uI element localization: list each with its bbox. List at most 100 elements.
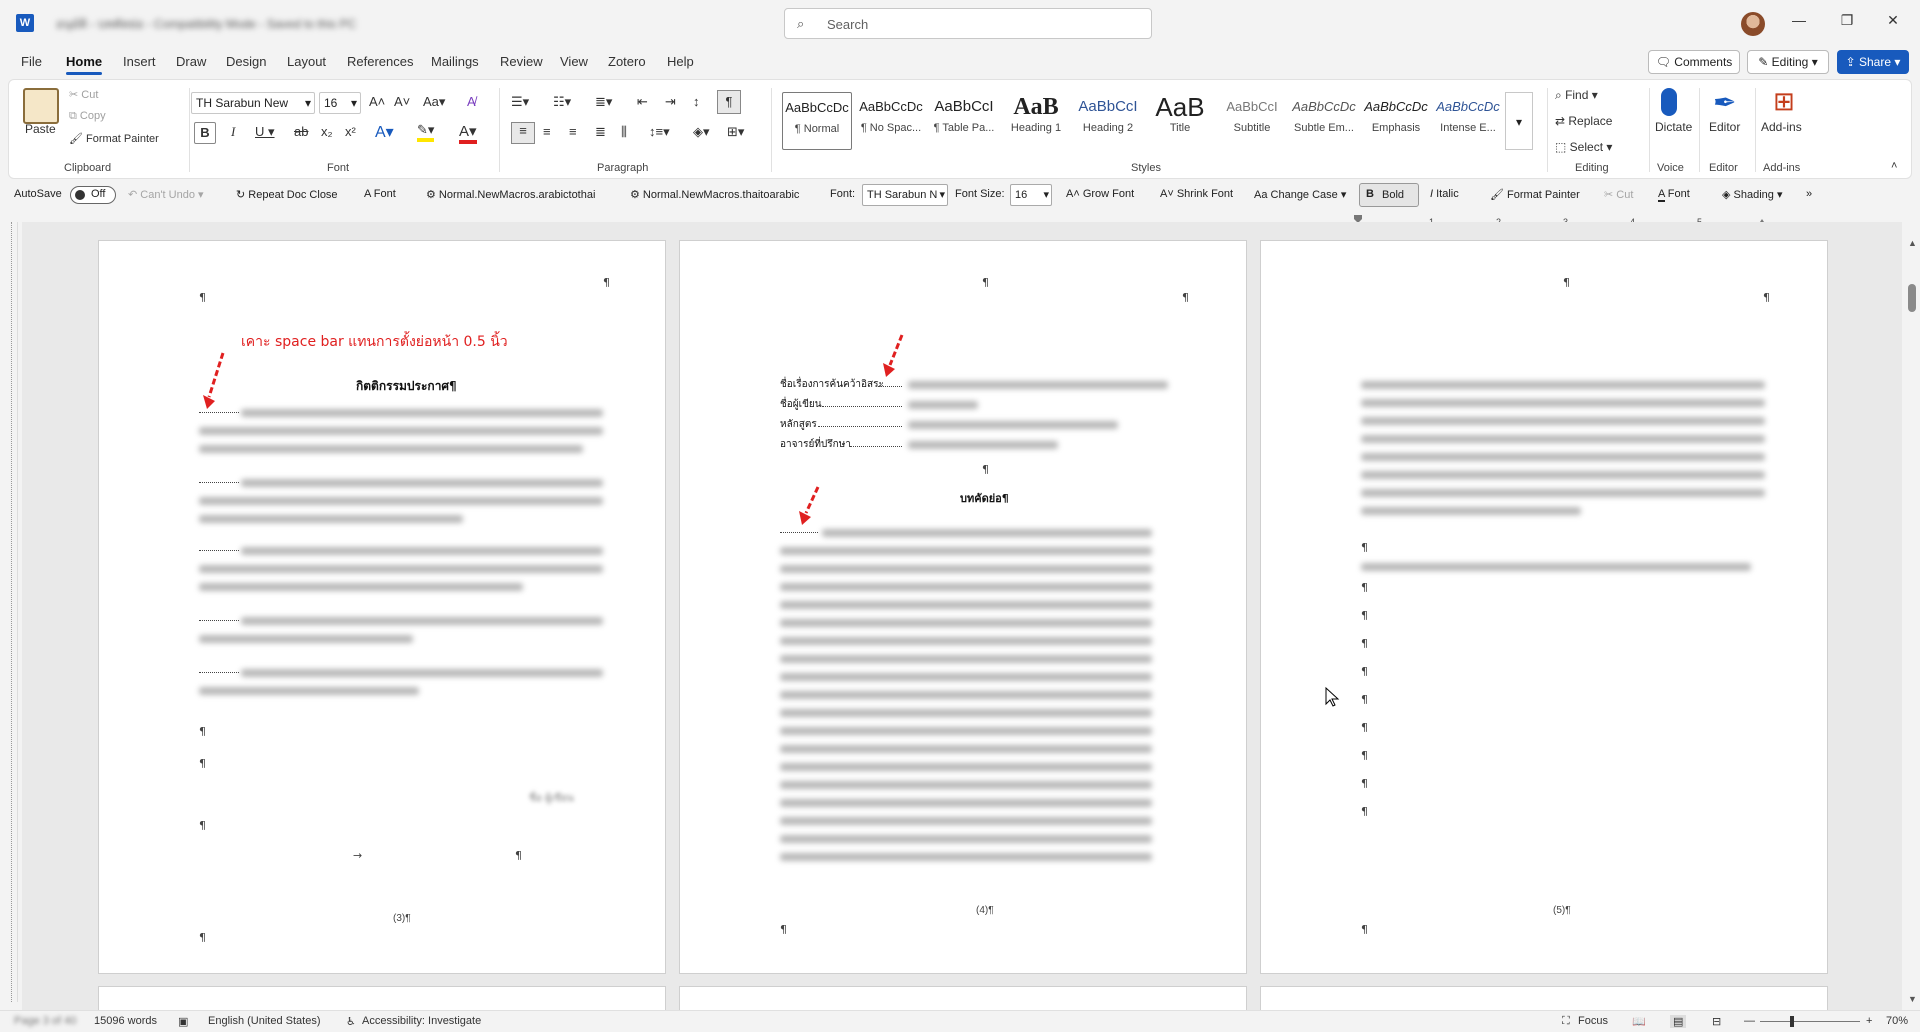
page-3[interactable]: ¶ ¶ เคาะ space bar แทนการตั้งย่อหน้า 0.5… [98, 240, 666, 974]
grow-font-button[interactable]: A˄ Grow Font [1066, 188, 1134, 200]
share-button[interactable]: ⇪ Share ▾ [1837, 50, 1909, 74]
paste-button[interactable]: Paste [25, 122, 56, 136]
line-spacing-icon[interactable]: ↕≡▾ [649, 124, 670, 140]
tab-insert[interactable]: Insert [123, 54, 156, 69]
search-input[interactable]: ⌕ Search [784, 8, 1152, 39]
superscript-icon[interactable]: x² [345, 124, 356, 139]
page-5[interactable]: ¶ ¶ ¶ ¶ ¶ ¶ ¶ ¶ ¶ ¶ ¶ ¶ (5)¶ ¶ [1260, 240, 1828, 974]
macro-arabictothai-button[interactable]: ⚙ Normal.NewMacros.arabictothai [426, 188, 595, 201]
qat-format-painter-button[interactable]: 🖌 Format Painter [1490, 188, 1580, 201]
distributed-icon[interactable]: ⫼ [621, 124, 627, 140]
addins-button[interactable]: Add-ins [1761, 120, 1802, 134]
qat-font-size-select[interactable]: 16 ▾ [1010, 184, 1052, 206]
zoom-level[interactable]: 70% [1886, 1015, 1908, 1027]
undo-button[interactable]: ↶ Can't Undo ▾ [128, 188, 204, 201]
tab-design[interactable]: Design [226, 54, 266, 69]
styles-more-icon[interactable]: ▾ [1505, 92, 1533, 150]
tab-references[interactable]: References [347, 54, 413, 69]
tab-review[interactable]: Review [500, 54, 543, 69]
numbering-icon[interactable]: ☷▾ [553, 94, 571, 110]
style-heading-2[interactable]: AaBbCcI Heading 2 [1073, 92, 1143, 150]
zoom-out-icon[interactable]: — [1744, 1015, 1755, 1027]
font-color-icon[interactable]: A▾ [459, 122, 477, 144]
tab-view[interactable]: View [560, 54, 588, 69]
select-button[interactable]: ⬚ Select ▾ [1555, 140, 1612, 154]
increase-indent-icon[interactable]: ⇥ [665, 94, 676, 110]
align-center-icon[interactable]: ≡ [543, 124, 551, 139]
zoom-in-icon[interactable]: + [1866, 1015, 1872, 1027]
justify-icon[interactable]: ≣ [595, 124, 606, 140]
italic-icon[interactable]: I [231, 124, 235, 140]
page-6[interactable] [98, 986, 666, 1012]
collapse-ribbon-icon[interactable]: ˄ [1891, 160, 1897, 172]
tab-zotero[interactable]: Zotero [608, 54, 646, 69]
dictate-button[interactable]: Dictate [1655, 120, 1692, 134]
tab-home[interactable]: Home [66, 54, 103, 75]
zoom-slider[interactable] [1760, 1021, 1860, 1022]
style-heading-1[interactable]: AaB Heading 1 [1001, 92, 1071, 150]
page-8[interactable] [1260, 986, 1828, 1012]
borders-icon[interactable]: ⊞▾ [727, 124, 744, 140]
focus-button[interactable]: Focus [1578, 1015, 1608, 1027]
subscript-icon[interactable]: x₂ [321, 124, 333, 139]
decrease-indent-icon[interactable]: ⇤ [637, 94, 648, 110]
style-subtitle[interactable]: AaBbCcI Subtitle [1217, 92, 1287, 150]
repeat-button[interactable]: ↻ Repeat Doc Close [236, 188, 338, 201]
shading-icon[interactable]: ◈▾ [693, 124, 710, 140]
shrink-font-icon[interactable]: A˅ [394, 94, 410, 109]
minimize-button[interactable]: — [1776, 12, 1822, 28]
bullets-icon[interactable]: ☰▾ [511, 94, 529, 110]
tab-mailings[interactable]: Mailings [431, 54, 479, 69]
font-name-select[interactable]: TH Sarabun New ▾ [191, 92, 315, 114]
microphone-icon[interactable] [1661, 88, 1677, 116]
page-7[interactable] [679, 986, 1247, 1012]
scroll-down-icon[interactable]: ▼ [1908, 994, 1917, 1004]
strikethrough-icon[interactable]: ab [294, 124, 308, 139]
print-layout-icon[interactable]: ▤ [1670, 1015, 1687, 1028]
text-effects-icon[interactable]: A▾ [375, 122, 394, 142]
editor-button[interactable]: Editor [1709, 120, 1740, 134]
show-formatting-icon[interactable]: ¶ [717, 90, 741, 114]
tab-help[interactable]: Help [667, 54, 694, 69]
shrink-font-button[interactable]: A˅ Shrink Font [1160, 188, 1233, 200]
qat-cut-button[interactable]: ✂ Cut [1604, 188, 1633, 201]
style-no-spacing[interactable]: AaBbCcDc ¶ No Spac... [856, 92, 926, 150]
paste-icon[interactable] [23, 88, 59, 124]
read-mode-icon[interactable]: 📖 [1632, 1015, 1646, 1028]
align-left-icon[interactable]: ≡ [511, 122, 535, 144]
autosave-toggle[interactable]: Off [70, 186, 116, 204]
page-4[interactable]: ¶ ¶ ชื่อเรื่องการค้นคว้าอิสระ ชื่อผู้เขี… [679, 240, 1247, 974]
more-commands-button[interactable]: » [1806, 188, 1812, 200]
accessibility-status[interactable]: Accessibility: Investigate [362, 1015, 481, 1027]
bold-icon[interactable]: B [194, 122, 216, 144]
font-size-select[interactable]: 16 ▾ [319, 92, 361, 114]
change-case-icon[interactable]: Aa▾ [423, 94, 445, 110]
style-normal[interactable]: AaBbCcDc ¶ Normal [782, 92, 852, 150]
style-emphasis[interactable]: AaBbCcDc Emphasis [1361, 92, 1431, 150]
vertical-scrollbar[interactable]: ▲ ▼ [1904, 236, 1920, 1008]
sort-icon[interactable]: ↕ [693, 94, 700, 109]
underline-icon[interactable]: U ▾ [255, 124, 275, 140]
find-button[interactable]: ⌕ Find ▾ [1555, 88, 1598, 103]
highlight-icon[interactable]: ✎▾ [417, 122, 435, 142]
word-count[interactable]: 15096 words [94, 1015, 157, 1027]
tab-layout[interactable]: Layout [287, 54, 326, 69]
qat-font-select[interactable]: TH Sarabun N ▾ [862, 184, 948, 206]
style-intense-emphasis[interactable]: AaBbCcDc Intense E... [1433, 92, 1503, 150]
grow-font-icon[interactable]: A˄ [369, 94, 385, 109]
italic-button[interactable]: I Italic [1430, 188, 1459, 200]
copy-button[interactable]: ⧉ Copy [69, 110, 106, 123]
page-indicator[interactable]: Page 3 of 40 [14, 1015, 76, 1027]
qat-font-color-button[interactable]: A Font [1658, 188, 1690, 202]
bold-button[interactable]: B Bold [1359, 183, 1419, 207]
proofing-icon[interactable]: ▣ [178, 1015, 188, 1028]
editor-pen-icon[interactable]: ✒ [1713, 86, 1736, 119]
scrollbar-thumb[interactable] [1908, 284, 1916, 312]
format-painter-button[interactable]: 🖌 Format Painter [69, 132, 159, 145]
change-case-button[interactable]: Aa Change Case ▾ [1254, 188, 1346, 201]
editing-mode-button[interactable]: ✎ Editing ▾ [1747, 50, 1829, 74]
cut-button[interactable]: ✂ Cut [69, 88, 98, 101]
style-subtle-emphasis[interactable]: AaBbCcDc Subtle Em... [1289, 92, 1359, 150]
align-right-icon[interactable]: ≡ [569, 124, 577, 139]
style-table-paragraph[interactable]: AaBbCcI ¶ Table Pa... [929, 92, 999, 150]
